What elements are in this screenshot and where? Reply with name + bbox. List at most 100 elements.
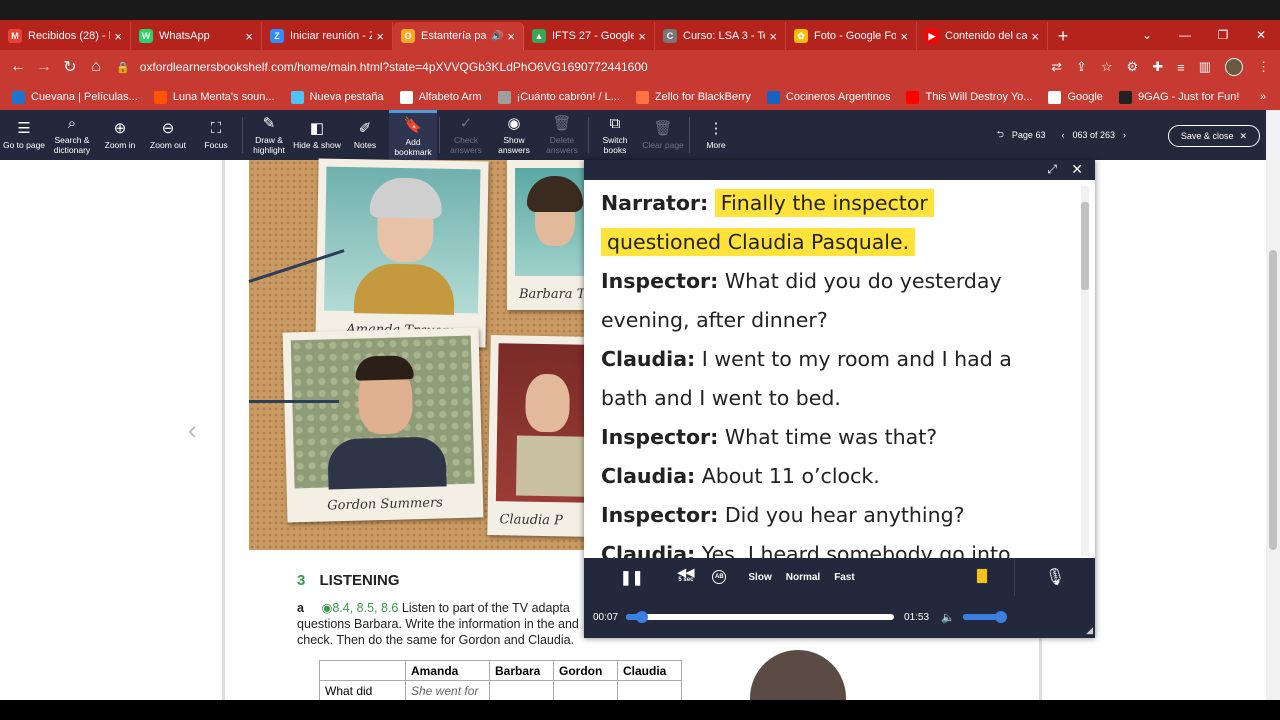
more-button[interactable]: ⋮ More [692, 110, 740, 160]
menu-icon[interactable]: ⋮ [1257, 59, 1270, 75]
minimize-button[interactable]: — [1166, 20, 1204, 50]
puzzle-icon[interactable]: ✚ [1152, 59, 1163, 75]
caption-claudia: Claudia P [499, 512, 563, 529]
more-bookmarks-icon[interactable]: » [1260, 91, 1266, 103]
audio-icon[interactable]: ◉ [321, 601, 332, 615]
answer-cell[interactable] [617, 680, 682, 701]
close-tab-icon[interactable]: × [900, 29, 908, 44]
restore-button[interactable]: ❐ [1204, 20, 1242, 50]
browser-tab[interactable]: ▶ Contenido del ca × [917, 22, 1048, 50]
close-tab-icon[interactable]: × [114, 29, 122, 44]
rewind-button[interactable]: ◀◀ 5 sec [677, 568, 694, 584]
microphone-icon[interactable]: 🎙 [1014, 558, 1095, 596]
search-dictionary-button[interactable]: ⌕ Search & dictionary [48, 110, 96, 160]
close-window-button[interactable]: ✕ [1242, 20, 1280, 50]
bookmark-item[interactable]: Alfabeto Arm [399, 90, 482, 104]
url-field[interactable]: 🔒 oxfordlearnersbookshelf.com/home/main.… [116, 54, 1116, 80]
go-to-page-icon: ☰ [17, 120, 31, 137]
close-popup-icon[interactable]: ✕ [1071, 161, 1083, 178]
home-button[interactable]: ⌂ [83, 58, 109, 76]
browser-tab[interactable]: ✿ Foto - Google Fo × [786, 22, 917, 50]
switch-books-button[interactable]: ⧉ Switch books [591, 110, 639, 160]
zoom-out-button[interactable]: ⊖ Zoom out [144, 110, 192, 160]
translate-icon[interactable]: ⇄ [1051, 59, 1062, 75]
back-button[interactable]: ← [5, 58, 31, 76]
volume-knob[interactable] [994, 611, 1007, 623]
close-tab-icon[interactable]: × [769, 29, 777, 44]
transcript-scrollbar-thumb[interactable] [1081, 202, 1089, 290]
go-to-page-button[interactable]: ☰ Go to page [0, 110, 48, 160]
expand-icon[interactable]: ⤢ [1047, 162, 1057, 177]
transcript-book-icon[interactable] [976, 568, 988, 584]
zoom-in-button[interactable]: ⊕ Zoom in [96, 110, 144, 160]
side-panel-icon[interactable]: ▥ [1199, 59, 1211, 75]
tab-favicon-icon: M [8, 29, 22, 43]
add-bookmark-button[interactable]: 🔖 Add bookmark [389, 110, 437, 160]
scrollbar-thumb[interactable] [1269, 250, 1277, 550]
close-tab-icon[interactable]: × [1031, 29, 1039, 44]
media-control-icon[interactable]: ≡ [1177, 60, 1185, 75]
answer-cell[interactable] [489, 680, 554, 701]
pause-icon[interactable]: ❚❚ [620, 569, 643, 586]
bookmark-item[interactable]: Cuevana | Películas... [12, 90, 138, 104]
prev-page-icon[interactable]: ‹ [1061, 130, 1064, 140]
reload-button[interactable]: ↻ [57, 57, 83, 77]
audio-playing-icon[interactable]: 🔊 [491, 31, 503, 42]
browser-tab[interactable]: M Recibidos (28) - la × [0, 22, 131, 50]
answer-cell[interactable] [553, 680, 618, 701]
speed-slow-button[interactable]: Slow [748, 572, 771, 583]
close-tab-icon[interactable]: × [507, 29, 515, 44]
page-label[interactable]: Page 63 [1012, 130, 1046, 140]
transcript-scrollbar[interactable] [1081, 186, 1089, 556]
tab-search-icon[interactable]: ⌄ [1128, 20, 1166, 50]
audio-player: ❚❚ ◀◀ 5 sec AB Slow Normal Fast 🎙 00:07 … [584, 558, 1095, 638]
bookmark-item[interactable]: 9GAG - Just for Fun! [1118, 90, 1240, 104]
progress-knob[interactable] [636, 611, 649, 623]
forward-button[interactable]: → [31, 58, 57, 76]
show-answers-button[interactable]: ◉ Show answers [490, 110, 538, 160]
draw-highlight-button[interactable]: ✎ Draw & highlight [245, 110, 293, 160]
avatar[interactable] [1225, 58, 1243, 76]
address-bar-row: ← → ↻ ⌂ 🔒 oxfordlearnersbookshelf.com/ho… [0, 50, 1280, 84]
resize-handle-icon[interactable]: ◢ [1086, 625, 1093, 636]
new-tab-button[interactable]: + [1048, 22, 1078, 50]
bookmark-label: 9GAG - Just for Fun! [1137, 91, 1240, 103]
save-close-button[interactable]: Save & close ✕ [1167, 125, 1260, 147]
notes-button[interactable]: ✐ Notes [341, 110, 389, 160]
browser-tab[interactable]: Z Iniciar reunión - Z × [262, 22, 393, 50]
next-page-icon[interactable]: › [1123, 130, 1126, 140]
volume-slider[interactable] [962, 611, 1007, 623]
browser-tab[interactable]: ▲ IFTS 27 - Google × [524, 22, 655, 50]
browser-tab[interactable]: C Curso: LSA 3 - Te × [655, 22, 786, 50]
bookmark-item[interactable]: Nueva pestaña [290, 90, 384, 104]
close-tab-icon[interactable]: × [638, 29, 646, 44]
page-scrollbar[interactable] [1266, 110, 1280, 700]
hide-show-button[interactable]: ◧ Hide & show [293, 110, 341, 160]
claudia-image [495, 343, 593, 503]
browser-tab[interactable]: O Estantería pa 🔊 × [393, 22, 524, 50]
bookmark-item[interactable]: Zello for BlackBerry [635, 90, 751, 104]
share-icon[interactable]: ⇪ [1076, 59, 1087, 75]
focus-button[interactable]: ⛶ Focus [192, 110, 240, 160]
zoom-in-icon: ⊕ [113, 120, 127, 137]
bookmark-item[interactable]: Google [1048, 90, 1103, 104]
progress-slider[interactable] [626, 611, 895, 623]
bookmark-favicon-icon [153, 90, 167, 104]
bookmark-item[interactable]: This Will Destroy Yo... [906, 90, 1032, 104]
browser-tab[interactable]: W WhatsApp × [131, 22, 262, 50]
speed-fast-button[interactable]: Fast [834, 572, 855, 583]
previous-page-arrow-icon[interactable]: ‹ [188, 415, 197, 446]
bookmark-label: Cuevana | Películas... [31, 91, 138, 103]
star-icon[interactable]: ☆ [1101, 59, 1113, 75]
bookmark-item[interactable]: Cocineros Argentinos [766, 90, 890, 104]
audio-refs[interactable]: 8.4, 8.5, 8.6 [332, 601, 398, 615]
extension-icon[interactable]: ⚙ [1127, 59, 1139, 75]
page-back-icon[interactable]: ⮌ [997, 127, 1004, 143]
ab-loop-button[interactable]: AB [712, 570, 727, 584]
speed-normal-button[interactable]: Normal [786, 572, 820, 583]
bookmark-item[interactable]: Luna Menta's soun... [153, 90, 275, 104]
close-tab-icon[interactable]: × [376, 29, 384, 44]
close-tab-icon[interactable]: × [245, 29, 253, 44]
volume-icon[interactable]: 🔈 [941, 611, 955, 624]
bookmark-item[interactable]: ¡Cuánto cabrón! / L... [497, 90, 620, 104]
